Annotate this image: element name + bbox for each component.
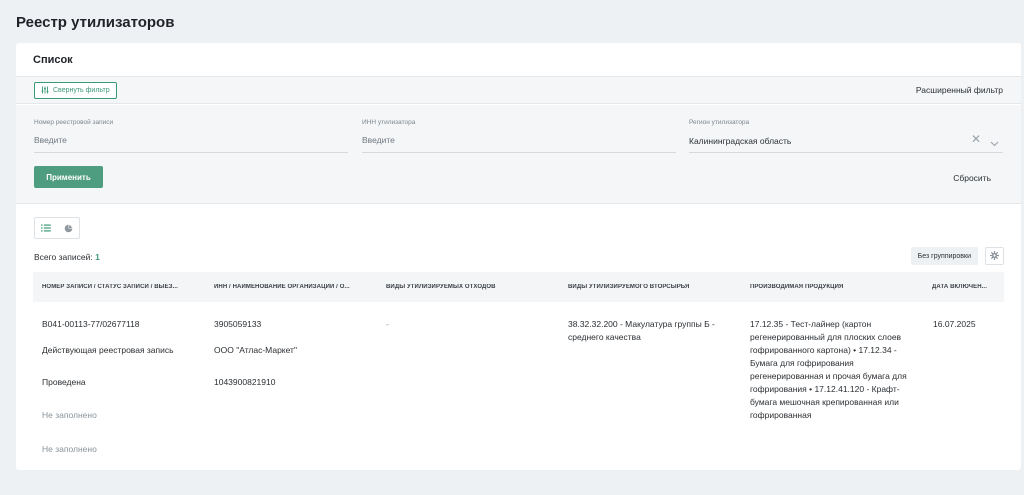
pie-chart-view-icon[interactable]	[57, 218, 79, 238]
filter-panel: Номер реестровой записи ИНН утилизатора …	[16, 105, 1021, 204]
waste-types: -	[386, 319, 389, 329]
recyclables: 38.32.32.200 - Макулатура группы Б - сре…	[568, 319, 715, 342]
card-header: Список	[16, 43, 1021, 77]
page-title: Реестр утилизаторов	[16, 14, 175, 31]
column-header-record[interactable]: Номер записи / статус записи / выез...	[33, 284, 205, 290]
column-header-recyclables[interactable]: Виды утилизируемого вторсырья	[559, 284, 741, 290]
grouping-button[interactable]: Без группировки	[910, 247, 978, 265]
total-records-count: 1	[95, 252, 100, 262]
filter-sliders-icon	[41, 86, 49, 96]
table-header: Номер записи / статус записи / выез... И…	[33, 272, 1004, 302]
registry-card: Список Свернуть фильтр Расширенный фильт…	[16, 43, 1021, 470]
gear-icon	[990, 247, 999, 265]
clear-icon[interactable]: ✕	[971, 133, 981, 145]
empty-value: Не заполнено	[42, 444, 97, 454]
region-label: Регион утилизатора	[689, 119, 750, 126]
region-field[interactable]: Регион утилизатора Калининградская облас…	[689, 119, 1003, 153]
apply-button[interactable]: Применить	[34, 166, 103, 188]
collapse-filter-label: Свернуть фильтр	[53, 87, 110, 94]
record-number-label: Номер реестровой записи	[34, 119, 114, 126]
org-inn: 3905059133	[214, 319, 262, 329]
record-number-field: Номер реестровой записи	[34, 119, 348, 153]
collapse-filter-button[interactable]: Свернуть фильтр	[34, 82, 117, 99]
column-header-date[interactable]: Дата включен...	[923, 284, 1004, 290]
org-ogrn: 1043900821910	[214, 377, 276, 387]
registry-table: Номер записи / статус записи / выез... И…	[33, 272, 1004, 462]
record-number: В041-00113-77/02677118	[42, 319, 140, 329]
date-included: 16.07.2025	[933, 319, 976, 329]
advanced-filter-link[interactable]: Расширенный фильтр	[916, 85, 1003, 95]
inn-input[interactable]	[362, 135, 676, 145]
table-settings-button[interactable]	[985, 247, 1004, 265]
total-records: Всего записей: 1	[34, 252, 100, 262]
region-select-value[interactable]: Калининградская область	[689, 136, 791, 146]
total-records-label: Всего записей:	[34, 252, 93, 262]
view-toggle	[34, 217, 80, 239]
list-view-icon[interactable]	[35, 218, 57, 238]
org-name: ООО "Атлас-Маркет"	[214, 345, 297, 355]
record-status: Действующая реестровая запись	[42, 345, 174, 355]
inn-label: ИНН утилизатора	[362, 119, 416, 126]
chevron-down-icon[interactable]	[990, 134, 999, 152]
reset-button[interactable]: Сбросить	[953, 173, 991, 183]
inn-field: ИНН утилизатора	[362, 119, 676, 153]
column-header-waste[interactable]: Виды утилизируемых отходов	[377, 284, 559, 290]
record-number-input[interactable]	[34, 135, 348, 145]
card-title: Список	[33, 53, 73, 66]
filter-bar: Свернуть фильтр Расширенный фильтр	[16, 77, 1021, 104]
empty-value: Не заполнено	[42, 410, 97, 420]
column-header-products[interactable]: Производимая продукция	[741, 284, 923, 290]
column-header-inn[interactable]: ИНН / наименование организации / О...	[205, 284, 377, 290]
products: 17.12.35 - Тест-лайнер (картон регенерир…	[750, 319, 907, 420]
table-row[interactable]: В041-00113-77/02677118 Действующая реест…	[33, 302, 1004, 462]
inspection-status: Проведена	[42, 377, 86, 387]
